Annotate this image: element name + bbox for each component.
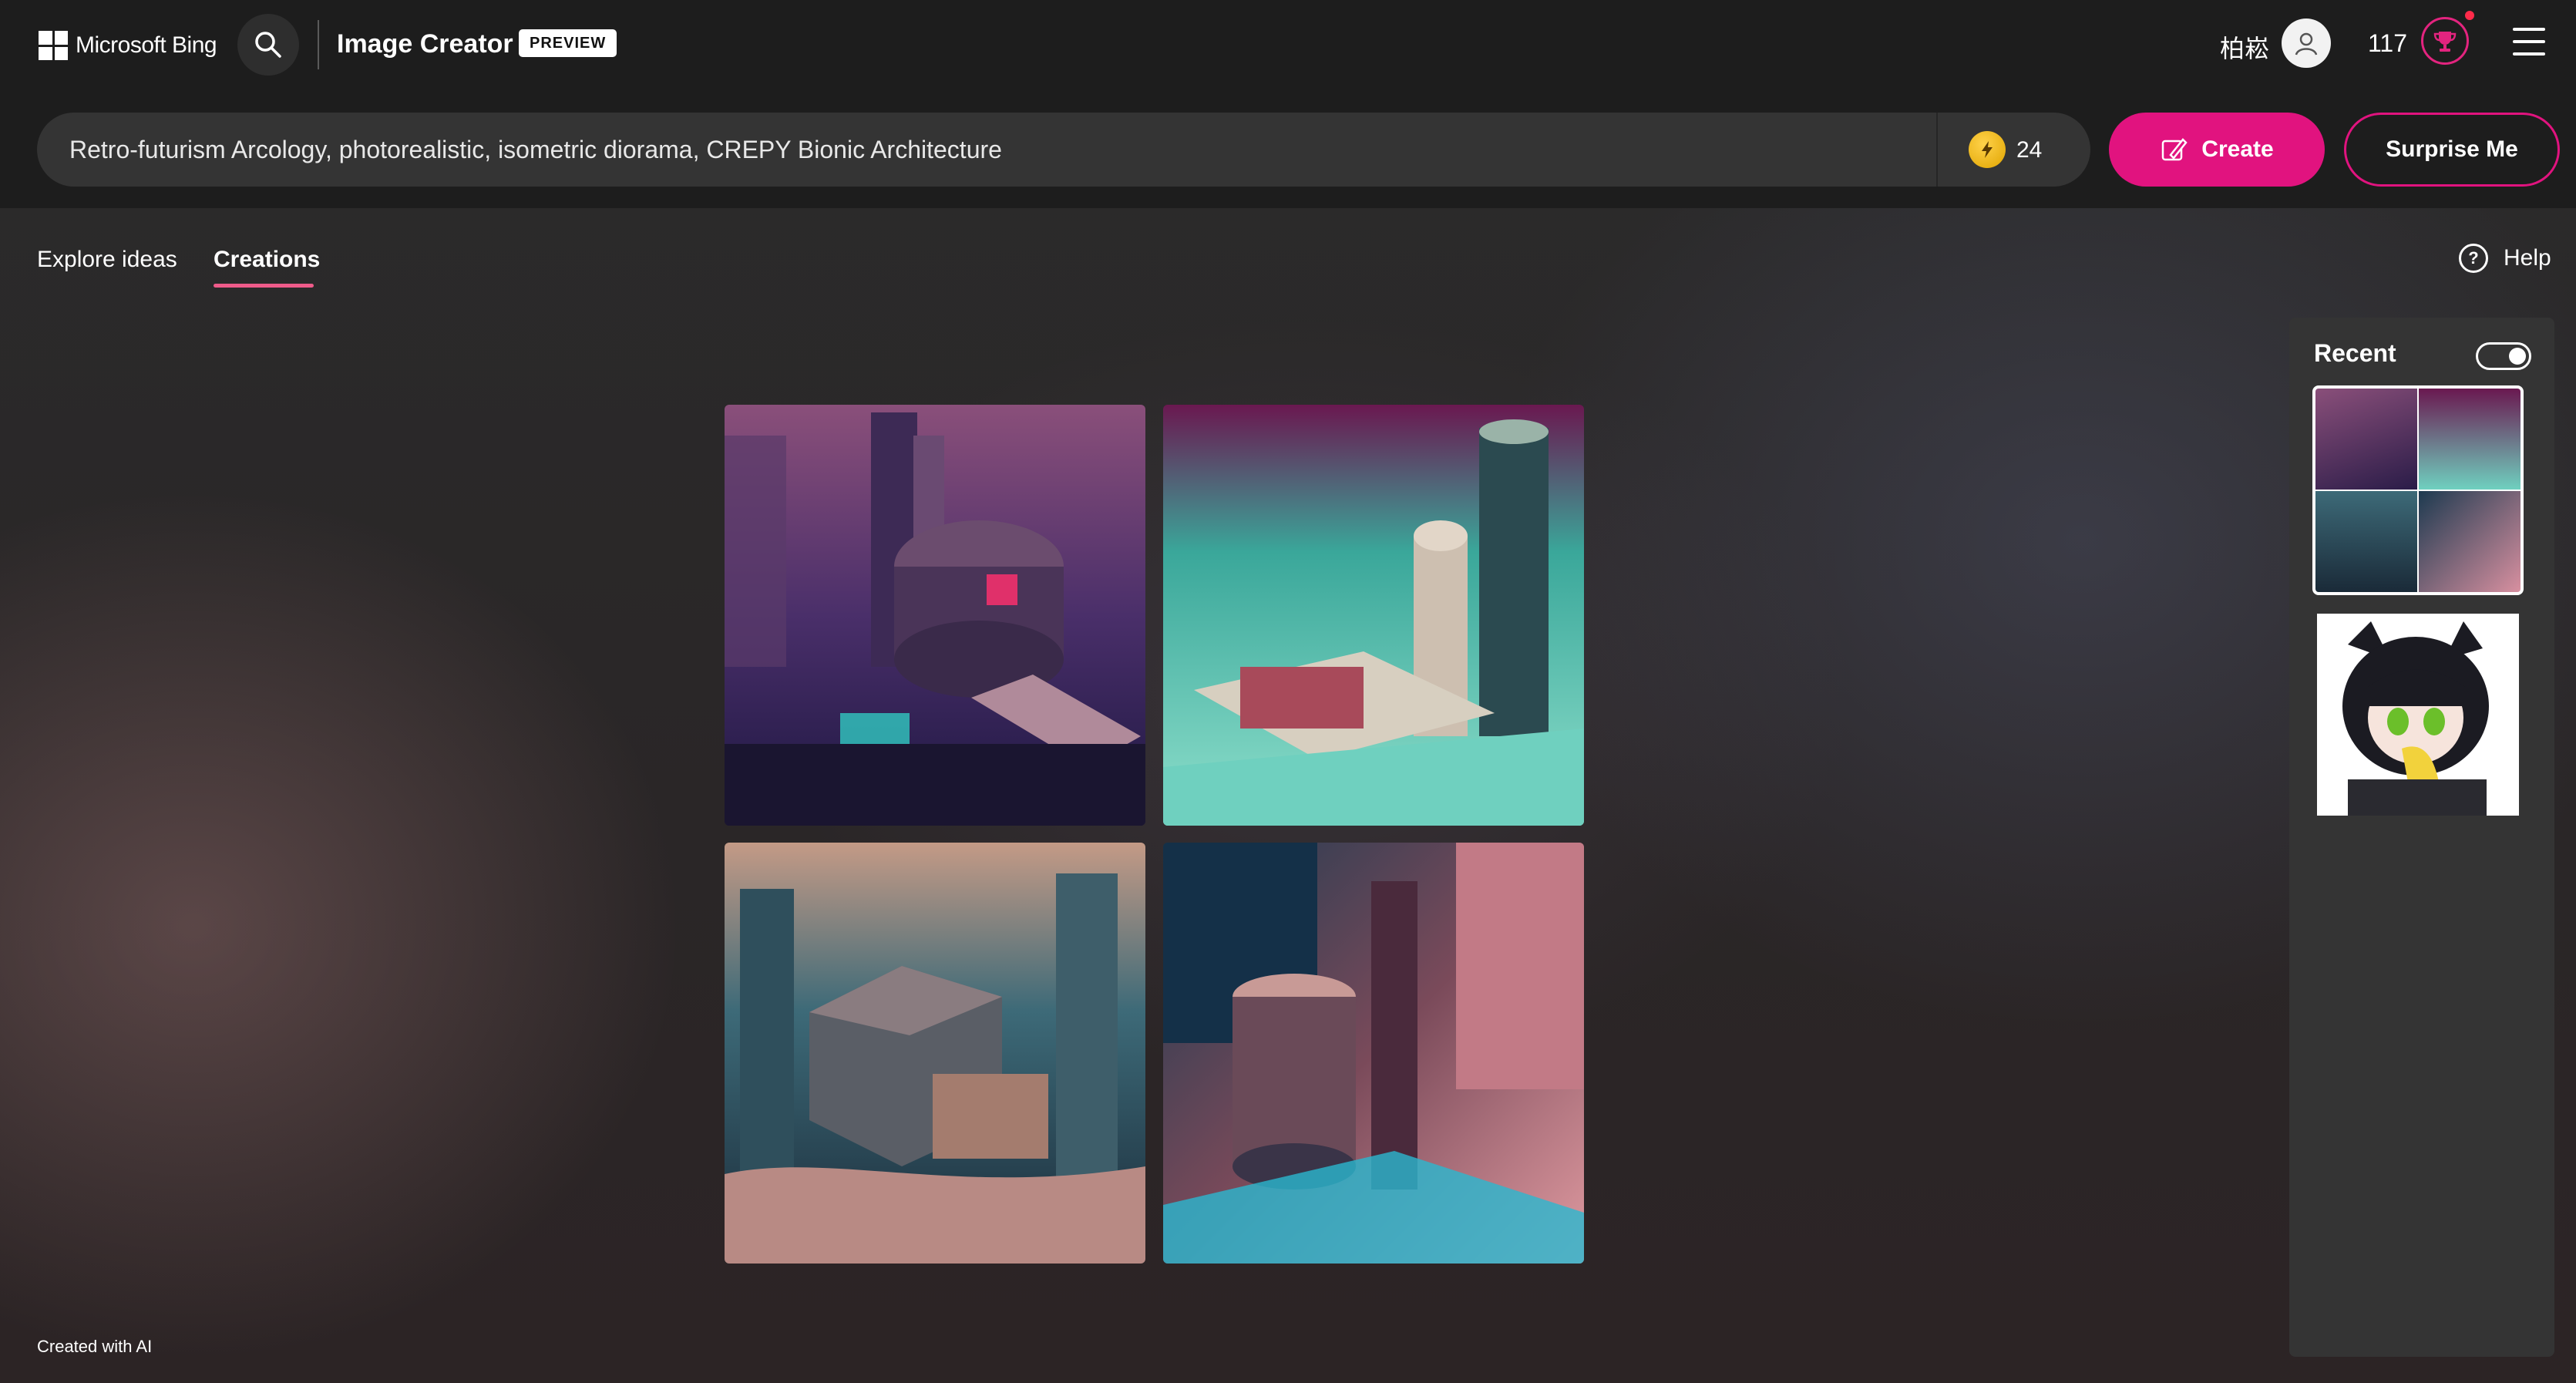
hamburger-menu-icon[interactable] <box>2513 28 2545 56</box>
tab-creations[interactable]: Creations <box>214 247 320 273</box>
preview-badge: PREVIEW <box>519 29 617 57</box>
trophy-icon <box>2433 32 2457 52</box>
user-icon <box>2295 32 2318 56</box>
generated-image-1[interactable] <box>725 405 1145 826</box>
notification-dot <box>2465 11 2474 20</box>
help-icon: ? <box>2459 244 2488 273</box>
brand-name: Microsoft Bing <box>76 32 217 58</box>
prompt-input[interactable]: Retro-futurism Arcology, photorealistic,… <box>69 136 1002 164</box>
create-brush-icon <box>2162 138 2188 161</box>
search-button[interactable] <box>237 14 299 76</box>
avatar[interactable] <box>2282 19 2331 68</box>
created-with-ai-note: Created with AI <box>37 1337 153 1356</box>
create-label: Create <box>2201 136 2274 162</box>
header-divider <box>318 20 319 69</box>
generated-image-4[interactable] <box>1163 843 1584 1264</box>
recent-panel: Recent <box>2289 318 2554 1357</box>
app-title[interactable]: Image Creator <box>337 29 513 59</box>
generated-image-2[interactable] <box>1163 405 1584 826</box>
user-name[interactable]: 柏崧 <box>2220 29 2269 65</box>
boost-count: 24 <box>2016 137 2043 163</box>
create-button[interactable]: Create <box>2109 113 2325 187</box>
lightning-icon <box>1969 131 2006 168</box>
surprise-me-button[interactable]: Surprise Me <box>2344 113 2560 187</box>
rewards-button[interactable] <box>2421 17 2469 65</box>
active-tab-indicator <box>214 284 314 288</box>
rewards-points[interactable]: 117 <box>2368 29 2407 58</box>
recent-toggle[interactable] <box>2476 342 2531 370</box>
prompt-divider <box>1936 113 1938 187</box>
windows-logo-icon <box>39 31 68 60</box>
recent-title: Recent <box>2314 339 2396 367</box>
bing-brand[interactable]: Microsoft Bing <box>39 26 217 65</box>
help-link[interactable]: ? Help <box>2459 244 2551 273</box>
search-icon <box>255 32 281 58</box>
tab-explore-ideas[interactable]: Explore ideas <box>37 247 177 273</box>
generated-image-3[interactable] <box>725 843 1145 1264</box>
help-label: Help <box>2504 245 2551 271</box>
recent-item-cat-girl[interactable] <box>2317 614 2519 816</box>
recent-item-arcology[interactable] <box>2312 385 2524 595</box>
prompt-field[interactable]: Retro-futurism Arcology, photorealistic,… <box>37 113 2090 187</box>
